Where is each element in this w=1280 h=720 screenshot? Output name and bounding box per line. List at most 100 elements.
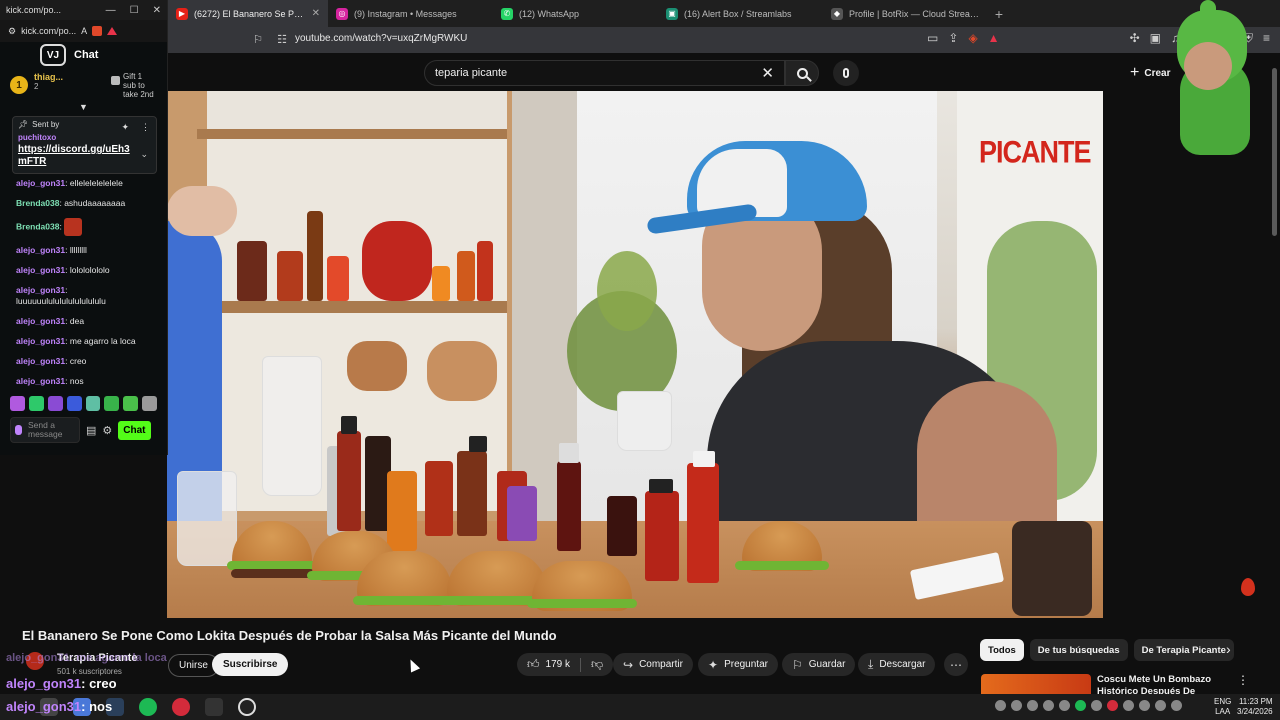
new-tab-button[interactable]: + [988, 6, 1010, 22]
language-indicator[interactable]: ENG LAA [1214, 697, 1231, 717]
chat-username[interactable]: Brenda038 [16, 221, 59, 231]
share-icon: ↪ [623, 657, 634, 672]
obs-icon[interactable] [238, 698, 256, 716]
share-icon[interactable]: ⇪ [948, 31, 958, 46]
share-button[interactable]: ↪ Compartir [613, 653, 693, 676]
spotify-icon[interactable] [139, 698, 157, 716]
tray-icon[interactable] [1171, 700, 1182, 711]
chat-username[interactable]: alejo_gon31 [16, 376, 65, 386]
menu-icon[interactable]: ≡ [1263, 31, 1270, 46]
tray-icon[interactable] [1043, 700, 1054, 711]
maximize-icon[interactable]: ☐ [130, 5, 139, 16]
tab-streamlabs[interactable]: ▣ (16) Alert Box / Streamlabs [658, 0, 823, 27]
chip-all[interactable]: Todos [980, 639, 1024, 661]
sauce-bottle [507, 486, 537, 541]
tray-icon[interactable] [1107, 700, 1118, 711]
download-button[interactable]: ⤓ Descargar [858, 653, 936, 676]
extensions-icon[interactable]: ✣ [1130, 31, 1140, 46]
voice-search-button[interactable] [833, 60, 859, 86]
tab-botrix[interactable]: ◆ Profile | BotRix — Cloud Streaming Bot [823, 0, 988, 27]
close-icon[interactable]: ✕ [153, 5, 161, 16]
screen-icon[interactable]: ▭ [927, 31, 938, 46]
brave-shield-icon[interactable] [92, 26, 103, 36]
emote-icon[interactable] [47, 396, 63, 411]
pin-toggle-icon[interactable]: ✦ [121, 122, 129, 133]
tab-whatsapp[interactable]: ✆ (12) WhatsApp [493, 0, 658, 27]
tray-icon[interactable] [1139, 700, 1150, 711]
page-scrollbar[interactable] [1272, 68, 1277, 236]
save-button[interactable]: ⚐ Guardar [782, 653, 856, 676]
app-icon[interactable] [172, 698, 190, 716]
chip-from-searches[interactable]: De tus búsquedas [1029, 639, 1128, 661]
url-field[interactable]: youtube.com/watch?v=uxqZrMgRWKU [295, 33, 467, 44]
tray-icon[interactable] [1059, 700, 1070, 711]
emote-icon[interactable] [10, 396, 25, 411]
epic-games-icon[interactable] [205, 698, 223, 716]
tray-icon[interactable] [1091, 700, 1102, 711]
like-count[interactable]: 179 k [546, 659, 570, 670]
recommended-thumbnail[interactable] [981, 674, 1091, 694]
chat-username[interactable]: alejo_gon31 [16, 265, 65, 275]
dislike-icon[interactable]: 👎︎ [591, 657, 603, 672]
leader-name[interactable]: thiag... [34, 72, 63, 82]
chevron-down-icon[interactable]: ⌄ [140, 149, 148, 160]
chat-username[interactable]: alejo_gon31 [16, 178, 65, 188]
chat-username[interactable]: alejo_gon31 [16, 245, 65, 255]
emote-icon[interactable] [123, 396, 139, 411]
emote-icon[interactable] [28, 396, 44, 411]
emote-picker-icon[interactable] [15, 425, 22, 435]
emote-icon[interactable] [142, 396, 157, 411]
tab-youtube[interactable]: ▶ (6272) El Bananero Se Pone Como Lokita… [168, 0, 328, 27]
clock[interactable]: 11:23 PM 3/24/2026 [1237, 697, 1273, 717]
bookmark-icon[interactable]: ⚐ [246, 33, 270, 46]
chip-from-channel[interactable]: De Terapia Picante [1133, 639, 1234, 661]
tray-icon[interactable] [1027, 700, 1038, 711]
site-info-icon[interactable]: ☷ [270, 33, 294, 46]
pin-menu-icon[interactable]: ⋮ [141, 122, 150, 133]
settings-icon[interactable]: ⚙ [8, 26, 16, 37]
tray-icon[interactable] [995, 700, 1006, 711]
tray-icon[interactable] [1123, 700, 1134, 711]
store-icon[interactable]: ▤ [86, 424, 96, 437]
chat-username[interactable]: Brenda038 [16, 198, 59, 208]
more-icon[interactable]: ⋮ [1237, 673, 1249, 687]
tray-icon[interactable] [1011, 700, 1022, 711]
search-button[interactable] [785, 60, 819, 86]
gear-icon[interactable]: ⚙ [102, 424, 112, 437]
chat-username[interactable]: alejo_gon31 [16, 316, 65, 326]
emote-icon[interactable] [66, 396, 82, 411]
chevron-right-icon[interactable]: › [1226, 641, 1231, 657]
chat-username[interactable]: alejo_gon31 [16, 356, 65, 366]
brave-shield-icon[interactable]: ◈ [968, 31, 977, 46]
chat-username[interactable]: alejo_gon31 [16, 285, 65, 295]
emote-icon[interactable] [85, 396, 101, 411]
chat-username[interactable]: alejo_gon31 [16, 336, 65, 346]
emote-icon[interactable] [104, 396, 120, 411]
chat-input[interactable]: Send a message [10, 417, 80, 443]
more-actions-button[interactable]: ⋯ [944, 653, 968, 676]
kick-url[interactable]: kick.com/po... [21, 26, 76, 36]
pinned-user[interactable]: puchitoxo [18, 133, 151, 142]
tray-icon[interactable] [1155, 700, 1166, 711]
minimize-icon[interactable]: — [106, 5, 116, 16]
rewards-icon[interactable]: ▲ [988, 31, 1000, 46]
video-player[interactable]: PICANTE [167, 91, 1103, 618]
gift-sub-button[interactable]: Gift 1 sub to take 2nd [111, 72, 157, 99]
tray-icon[interactable] [1075, 700, 1086, 711]
search-input[interactable]: teparia picante ✕ [424, 60, 785, 86]
close-tab-icon[interactable]: ✕ [312, 8, 320, 19]
sidebar-icon[interactable]: ▣ [1150, 31, 1161, 46]
create-button[interactable]: + Crear [1130, 62, 1170, 84]
like-icon[interactable]: 👍︎ [527, 657, 540, 672]
translate-icon[interactable]: A [81, 26, 87, 36]
recommended-title[interactable]: Coscu Mete Un Bombazo Histórico Después … [1097, 674, 1227, 694]
rewards-icon[interactable] [107, 27, 118, 35]
chat-message: alejo_gon31: ellelelelelelele [16, 178, 157, 189]
filter-icon[interactable]: ▼ [0, 102, 167, 112]
subscribe-button[interactable]: Suscribirse [212, 653, 289, 676]
clear-search-icon[interactable]: ✕ [761, 64, 774, 82]
pinned-link[interactable]: https://discord.gg/uEh3mFTR [18, 144, 138, 168]
send-chat-button[interactable]: Chat [118, 420, 151, 440]
ask-button[interactable]: ✦ Preguntar [698, 653, 778, 676]
tab-instagram[interactable]: ◎ (9) Instagram • Messages [328, 0, 493, 27]
